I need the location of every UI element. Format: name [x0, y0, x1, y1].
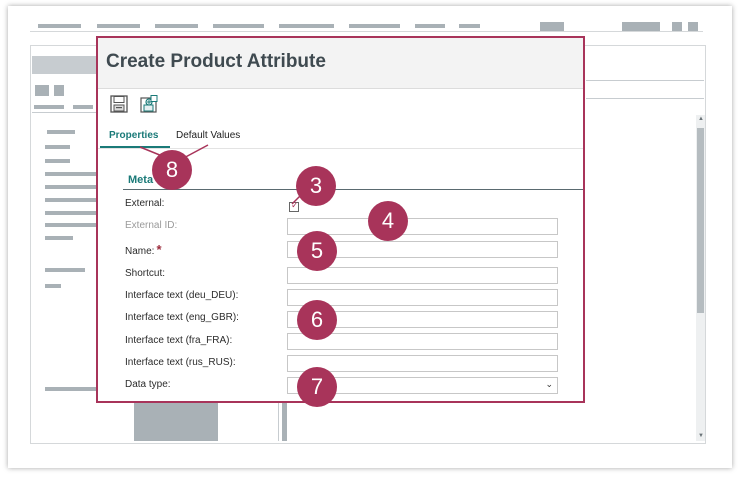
callout-badge-8: 8 — [152, 150, 192, 190]
callout-badge-3: 3 — [296, 166, 336, 206]
callout-leader-lines — [139, 144, 307, 205]
callout-badge-7: 7 — [297, 367, 337, 407]
callout-badge-6: 6 — [297, 300, 337, 340]
callout-badge-4: 4 — [368, 201, 408, 241]
callout-badge-5: 5 — [297, 231, 337, 271]
